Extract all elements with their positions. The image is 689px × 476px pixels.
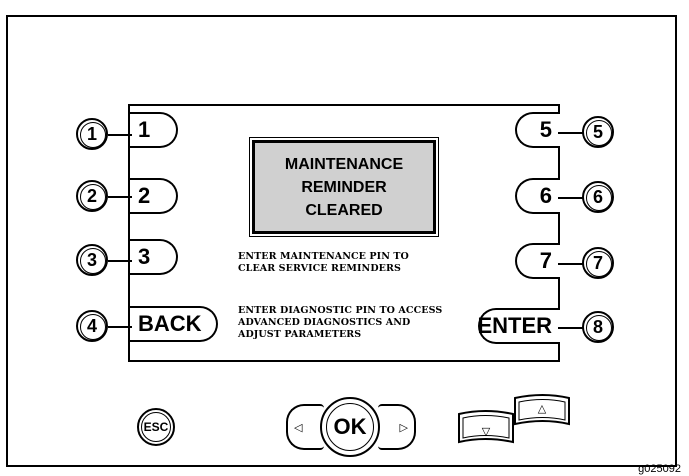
status-line: MAINTENANCE: [284, 155, 404, 173]
leader-line: [108, 134, 132, 136]
softkey-3-label: 3: [138, 244, 151, 269]
leader-line: [108, 260, 132, 262]
callout-5: 5: [582, 116, 614, 148]
maintenance-pin-hint: ENTER MAINTENANCE PIN TO CLEAR SERVICE R…: [238, 251, 409, 274]
leader-line: [108, 326, 132, 328]
up-arrow-button[interactable]: △: [514, 394, 570, 426]
softkey-2[interactable]: 2: [130, 178, 178, 214]
enter-button[interactable]: ENTER: [477, 308, 560, 344]
leader-line: [558, 197, 584, 199]
callout-4: 4: [76, 310, 108, 342]
callout-6: 6: [582, 181, 614, 213]
up-arrow-icon: △: [538, 402, 547, 415]
down-arrow-icon: ▽: [482, 425, 491, 438]
diagnostic-pin-hint: ENTER DIAGNOSTIC PIN TO ACCESS ADVANCED …: [238, 305, 443, 340]
softkey-1-label: 1: [138, 117, 151, 142]
softkey-2-label: 2: [138, 183, 151, 208]
enter-button-label: ENTER: [477, 313, 552, 338]
left-arrow-icon: ◁: [294, 421, 303, 434]
status-line: REMINDER: [301, 178, 387, 196]
callout-7: 7: [582, 247, 614, 279]
softkey-5[interactable]: 5: [515, 112, 560, 148]
right-arrow-icon: ▷: [399, 421, 408, 434]
status-message-box: MAINTENANCE REMINDER CLEARED: [249, 137, 439, 237]
leader-line: [558, 263, 584, 265]
status-line: CLEARED: [305, 201, 383, 219]
softkey-7-label: 7: [539, 248, 552, 273]
figure-code: g025092: [638, 463, 681, 475]
callout-1: 1: [76, 118, 108, 150]
callout-3: 3: [76, 244, 108, 276]
leader-line: [558, 132, 584, 134]
callout-8: 8: [582, 311, 614, 343]
softkey-7[interactable]: 7: [515, 243, 560, 279]
softkey-6-label: 6: [539, 183, 552, 208]
softkey-5-label: 5: [539, 117, 552, 142]
softkey-3[interactable]: 3: [130, 239, 178, 275]
ok-button[interactable]: OK: [320, 397, 380, 457]
down-arrow-button[interactable]: ▽: [458, 410, 514, 444]
back-button-label: BACK: [138, 311, 202, 336]
callout-2: 2: [76, 180, 108, 212]
leader-line: [108, 196, 132, 198]
left-arrow-button[interactable]: ◁: [286, 404, 324, 450]
right-arrow-button[interactable]: ▷: [378, 404, 416, 450]
leader-line: [558, 327, 584, 329]
softkey-6[interactable]: 6: [515, 178, 560, 214]
softkey-1[interactable]: 1: [130, 112, 178, 148]
back-button[interactable]: BACK: [130, 306, 218, 342]
up-down-keys: ▽ △: [458, 394, 570, 444]
esc-button[interactable]: ESC: [137, 408, 175, 446]
